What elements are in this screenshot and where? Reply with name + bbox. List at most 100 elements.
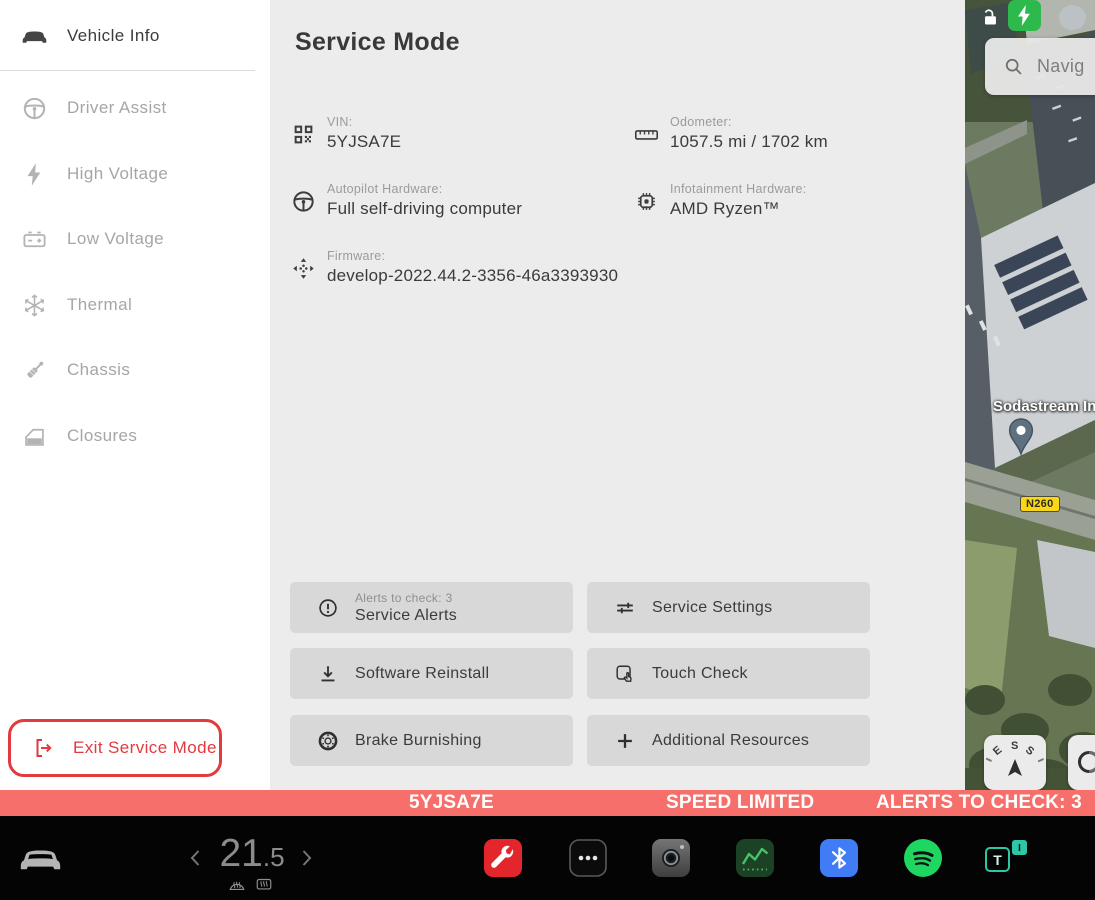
service-app-icon[interactable]: [484, 839, 522, 877]
firmware-field: Firmware: develop-2022.44.2-3356-46a3393…: [291, 249, 618, 286]
map-pin-icon[interactable]: [1008, 418, 1034, 457]
field-value: 5YJSA7E: [327, 132, 402, 151]
qr-code-icon: [291, 122, 316, 147]
touch-check-button[interactable]: Touch Check: [587, 648, 870, 699]
compass-tick: [1037, 758, 1044, 762]
car-door-icon: [21, 423, 48, 450]
snowflake-icon: [21, 292, 48, 319]
sidebar-item-label: Thermal: [67, 295, 133, 314]
sidebar-item-vehicle-info[interactable]: Vehicle Info: [0, 14, 268, 58]
status-speed-limited: SPEED LIMITED: [666, 792, 815, 813]
firmware-update-icon: [291, 256, 316, 281]
exit-button-label: Exit Service Mode: [73, 738, 217, 757]
service-mode-screen: Vehicle Info Driver Assist High Voltage …: [0, 0, 1095, 900]
field-label: VIN:: [327, 115, 353, 129]
field-label: Autopilot Hardware:: [327, 182, 443, 196]
sidebar-item-label: High Voltage: [67, 164, 169, 183]
alert-circle-icon: [317, 597, 339, 619]
sliders-icon: [614, 597, 636, 619]
temperature-value: 21: [219, 832, 263, 875]
field-value: develop-2022.44.2-3356-46a3393930: [327, 266, 619, 285]
sidebar-item-high-voltage[interactable]: High Voltage: [0, 152, 268, 196]
toolbox-i-icon: I: [1012, 840, 1027, 855]
temp-increase-chevron[interactable]: [300, 846, 314, 870]
map-control-icon: [1078, 751, 1095, 773]
bottom-dock: 21.5 T I: [0, 816, 1095, 900]
app-launcher-icon[interactable]: [569, 839, 607, 877]
sidebar-item-driver-assist[interactable]: Driver Assist: [0, 86, 268, 130]
additional-resources-button[interactable]: Additional Resources: [587, 715, 870, 766]
sidebar-item-low-voltage[interactable]: Low Voltage: [0, 217, 268, 261]
exit-service-mode-button[interactable]: Exit Service Mode: [8, 719, 222, 777]
field-label: Infotainment Hardware:: [670, 182, 807, 196]
compass-letter: S: [1011, 740, 1019, 752]
map-poi-label: Sodastream In: [993, 398, 1095, 415]
steering-wheel-icon: [291, 189, 316, 214]
sidebar: Vehicle Info Driver Assist High Voltage …: [0, 0, 270, 790]
vehicle-controls-icon[interactable]: [18, 842, 63, 873]
sidebar-divider: [0, 70, 255, 71]
button-label: Service Alerts: [355, 606, 458, 624]
compass-letter: E: [991, 744, 1005, 758]
rear-defrost-icon[interactable]: [255, 876, 273, 892]
battery-icon: [21, 226, 48, 253]
service-alerts-button[interactable]: Alerts to check: 3 Service Alerts: [290, 582, 573, 633]
download-icon: [317, 663, 339, 685]
map-panel[interactable]: Navig Sodastream In N260 E S S: [965, 0, 1095, 790]
status-alerts-count: ALERTS TO CHECK: 3: [876, 792, 1082, 813]
plus-icon: [614, 730, 636, 752]
spotify-app-icon[interactable]: [904, 839, 942, 877]
autopilot-hardware-field: Autopilot Hardware: Full self-driving co…: [291, 182, 522, 219]
energy-app-icon[interactable]: [736, 839, 774, 877]
button-label: Software Reinstall: [355, 664, 490, 682]
chip-icon: [634, 189, 659, 214]
map-secondary-control[interactable]: [1068, 735, 1095, 790]
button-label: Additional Resources: [652, 731, 810, 749]
front-defrost-icon[interactable]: [228, 876, 246, 892]
search-icon: [1003, 56, 1024, 77]
infotainment-hardware-field: Infotainment Hardware: AMD Ryzen™: [634, 182, 807, 219]
alerts-count-label: Alerts to check: 3: [355, 590, 453, 605]
steering-wheel-icon: [21, 95, 48, 122]
field-value: AMD Ryzen™: [670, 199, 780, 218]
button-label: Brake Burnishing: [355, 731, 482, 749]
sidebar-item-thermal[interactable]: Thermal: [0, 283, 268, 327]
toolbox-app-icon[interactable]: T I: [985, 839, 1031, 877]
compass-control[interactable]: E S S: [984, 735, 1046, 790]
field-value: 1057.5 mi / 1702 km: [670, 132, 828, 151]
search-placeholder: Navig: [1037, 56, 1085, 76]
charging-status-icon[interactable]: [1008, 0, 1041, 31]
sidebar-item-label: Chassis: [67, 360, 131, 379]
lightning-icon: [21, 161, 48, 188]
temp-decrease-chevron[interactable]: [188, 846, 202, 870]
unlock-icon[interactable]: [978, 7, 999, 28]
ruler-icon: [634, 122, 659, 147]
software-reinstall-button[interactable]: Software Reinstall: [290, 648, 573, 699]
shock-absorber-icon: [21, 357, 48, 384]
sidebar-item-label: Closures: [67, 426, 138, 445]
field-label: Odometer:: [670, 115, 732, 129]
service-settings-button[interactable]: Service Settings: [587, 582, 870, 633]
temperature-control[interactable]: 21.5: [206, 832, 298, 876]
brake-disc-icon: [317, 730, 339, 752]
sidebar-item-chassis[interactable]: Chassis: [0, 348, 268, 392]
driver-profile-icon[interactable]: [1059, 5, 1086, 30]
defrost-controls: [228, 876, 273, 892]
button-label: Service Settings: [652, 598, 773, 616]
temperature-decimal: .5: [262, 842, 285, 872]
vin-field: VIN: 5YJSA7E: [291, 115, 401, 152]
exit-icon: [31, 736, 55, 760]
bluetooth-app-icon[interactable]: [820, 839, 858, 877]
dashcam-app-icon[interactable]: [652, 839, 690, 877]
touch-icon: [614, 663, 636, 685]
status-vin: 5YJSA7E: [409, 792, 494, 813]
sidebar-item-closures[interactable]: Closures: [0, 414, 268, 458]
field-value: Full self-driving computer: [327, 199, 523, 218]
toolbox-t-icon: T: [985, 847, 1010, 872]
compass-arrow-icon: [1008, 759, 1022, 776]
sidebar-item-label: Low Voltage: [67, 229, 165, 248]
brake-burnishing-button[interactable]: Brake Burnishing: [290, 715, 573, 766]
page-title: Service Mode: [295, 28, 460, 56]
navigate-search-input[interactable]: Navig: [985, 38, 1095, 95]
satellite-map-image: [965, 0, 1095, 790]
